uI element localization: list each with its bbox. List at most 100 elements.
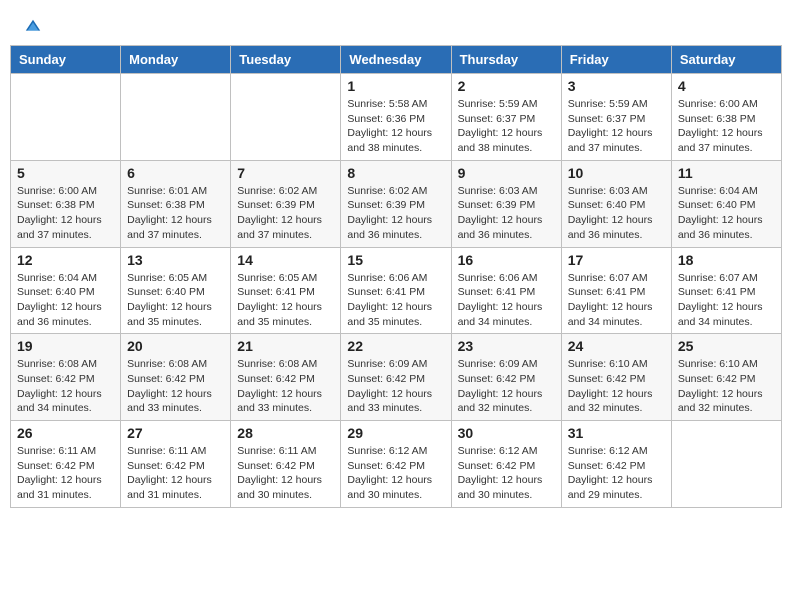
day-number: 12: [17, 252, 114, 268]
calendar-cell: 24 Sunrise: 6:10 AM Sunset: 6:42 PM Dayli…: [561, 334, 671, 421]
calendar-cell: 13 Sunrise: 6:05 AM Sunset: 6:40 PM Dayli…: [121, 247, 231, 334]
day-detail: Sunrise: 6:11 AM Sunset: 6:42 PM Dayligh…: [17, 444, 114, 503]
calendar-cell: 14 Sunrise: 6:05 AM Sunset: 6:41 PM Dayli…: [231, 247, 341, 334]
day-number: 1: [347, 78, 444, 94]
day-detail: Sunrise: 6:11 AM Sunset: 6:42 PM Dayligh…: [237, 444, 334, 503]
day-number: 11: [678, 165, 775, 181]
day-number: 30: [458, 425, 555, 441]
page-header: [10, 10, 782, 41]
day-number: 4: [678, 78, 775, 94]
day-detail: Sunrise: 6:12 AM Sunset: 6:42 PM Dayligh…: [347, 444, 444, 503]
day-detail: Sunrise: 6:08 AM Sunset: 6:42 PM Dayligh…: [127, 357, 224, 416]
day-number: 15: [347, 252, 444, 268]
weekday-header-tuesday: Tuesday: [231, 46, 341, 74]
day-detail: Sunrise: 5:58 AM Sunset: 6:36 PM Dayligh…: [347, 97, 444, 156]
day-detail: Sunrise: 6:01 AM Sunset: 6:38 PM Dayligh…: [127, 184, 224, 243]
day-number: 6: [127, 165, 224, 181]
day-number: 27: [127, 425, 224, 441]
weekday-header-monday: Monday: [121, 46, 231, 74]
day-detail: Sunrise: 6:05 AM Sunset: 6:41 PM Dayligh…: [237, 271, 334, 330]
day-number: 16: [458, 252, 555, 268]
calendar-cell: 19 Sunrise: 6:08 AM Sunset: 6:42 PM Dayli…: [11, 334, 121, 421]
calendar-cell: 4 Sunrise: 6:00 AM Sunset: 6:38 PM Daylig…: [671, 74, 781, 161]
calendar-cell: 26 Sunrise: 6:11 AM Sunset: 6:42 PM Dayli…: [11, 421, 121, 508]
day-detail: Sunrise: 6:10 AM Sunset: 6:42 PM Dayligh…: [568, 357, 665, 416]
week-row-3: 12Sunrise: 6:04 AM Sunset: 6:40 PM Dayli…: [11, 247, 782, 334]
week-row-5: 26 Sunrise: 6:11 AM Sunset: 6:42 PM Dayli…: [11, 421, 782, 508]
weekday-header-thursday: Thursday: [451, 46, 561, 74]
day-detail: Sunrise: 6:12 AM Sunset: 6:42 PM Dayligh…: [458, 444, 555, 503]
calendar-cell: [11, 74, 121, 161]
week-row-4: 19 Sunrise: 6:08 AM Sunset: 6:42 PM Dayli…: [11, 334, 782, 421]
day-detail: Sunrise: 6:00 AM Sunset: 6:38 PM Dayligh…: [678, 97, 775, 156]
calendar-cell: 10Sunrise: 6:03 AM Sunset: 6:40 PM Dayli…: [561, 160, 671, 247]
calendar-cell: 8Sunrise: 6:02 AM Sunset: 6:39 PM Daylig…: [341, 160, 451, 247]
calendar-cell: 25 Sunrise: 6:10 AM Sunset: 6:42 PM Dayli…: [671, 334, 781, 421]
calendar-cell: 1 Sunrise: 5:58 AM Sunset: 6:36 PM Daylig…: [341, 74, 451, 161]
calendar-cell: 23Sunrise: 6:09 AM Sunset: 6:42 PM Dayli…: [451, 334, 561, 421]
day-detail: Sunrise: 6:08 AM Sunset: 6:42 PM Dayligh…: [237, 357, 334, 416]
day-number: 5: [17, 165, 114, 181]
day-detail: Sunrise: 6:00 AM Sunset: 6:38 PM Dayligh…: [17, 184, 114, 243]
day-detail: Sunrise: 6:06 AM Sunset: 6:41 PM Dayligh…: [347, 271, 444, 330]
calendar-cell: 6 Sunrise: 6:01 AM Sunset: 6:38 PM Daylig…: [121, 160, 231, 247]
calendar-cell: 9Sunrise: 6:03 AM Sunset: 6:39 PM Daylig…: [451, 160, 561, 247]
day-number: 8: [347, 165, 444, 181]
day-number: 2: [458, 78, 555, 94]
calendar-cell: 7 Sunrise: 6:02 AM Sunset: 6:39 PM Daylig…: [231, 160, 341, 247]
day-detail: Sunrise: 6:09 AM Sunset: 6:42 PM Dayligh…: [458, 357, 555, 416]
calendar-cell: 22 Sunrise: 6:09 AM Sunset: 6:42 PM Dayli…: [341, 334, 451, 421]
day-detail: Sunrise: 5:59 AM Sunset: 6:37 PM Dayligh…: [458, 97, 555, 156]
weekday-header-saturday: Saturday: [671, 46, 781, 74]
weekday-header-row: SundayMondayTuesdayWednesdayThursdayFrid…: [11, 46, 782, 74]
day-number: 31: [568, 425, 665, 441]
day-detail: Sunrise: 6:09 AM Sunset: 6:42 PM Dayligh…: [347, 357, 444, 416]
calendar-cell: 11 Sunrise: 6:04 AM Sunset: 6:40 PM Dayli…: [671, 160, 781, 247]
calendar-cell: 20 Sunrise: 6:08 AM Sunset: 6:42 PM Dayli…: [121, 334, 231, 421]
calendar-cell: 5 Sunrise: 6:00 AM Sunset: 6:38 PM Daylig…: [11, 160, 121, 247]
calendar-cell: 30 Sunrise: 6:12 AM Sunset: 6:42 PM Dayli…: [451, 421, 561, 508]
day-detail: Sunrise: 6:07 AM Sunset: 6:41 PM Dayligh…: [678, 271, 775, 330]
day-detail: Sunrise: 6:04 AM Sunset: 6:40 PM Dayligh…: [678, 184, 775, 243]
day-detail: Sunrise: 6:07 AM Sunset: 6:41 PM Dayligh…: [568, 271, 665, 330]
day-number: 14: [237, 252, 334, 268]
day-detail: Sunrise: 6:10 AM Sunset: 6:42 PM Dayligh…: [678, 357, 775, 416]
day-detail: Sunrise: 6:12 AM Sunset: 6:42 PM Dayligh…: [568, 444, 665, 503]
day-number: 29: [347, 425, 444, 441]
day-detail: Sunrise: 6:08 AM Sunset: 6:42 PM Dayligh…: [17, 357, 114, 416]
day-detail: Sunrise: 5:59 AM Sunset: 6:37 PM Dayligh…: [568, 97, 665, 156]
weekday-header-friday: Friday: [561, 46, 671, 74]
day-number: 25: [678, 338, 775, 354]
day-number: 19: [17, 338, 114, 354]
calendar-cell: 18Sunrise: 6:07 AM Sunset: 6:41 PM Dayli…: [671, 247, 781, 334]
day-number: 7: [237, 165, 334, 181]
calendar-cell: 21 Sunrise: 6:08 AM Sunset: 6:42 PM Dayli…: [231, 334, 341, 421]
calendar-cell: 29 Sunrise: 6:12 AM Sunset: 6:42 PM Dayli…: [341, 421, 451, 508]
calendar-cell: 16Sunrise: 6:06 AM Sunset: 6:41 PM Dayli…: [451, 247, 561, 334]
logo-icon: [24, 18, 42, 36]
day-number: 20: [127, 338, 224, 354]
calendar-cell: 15 Sunrise: 6:06 AM Sunset: 6:41 PM Dayli…: [341, 247, 451, 334]
calendar-cell: 28 Sunrise: 6:11 AM Sunset: 6:42 PM Dayli…: [231, 421, 341, 508]
day-number: 28: [237, 425, 334, 441]
day-number: 22: [347, 338, 444, 354]
day-detail: Sunrise: 6:05 AM Sunset: 6:40 PM Dayligh…: [127, 271, 224, 330]
calendar-cell: [671, 421, 781, 508]
day-number: 10: [568, 165, 665, 181]
logo: [20, 18, 44, 36]
calendar-cell: 3 Sunrise: 5:59 AM Sunset: 6:37 PM Daylig…: [561, 74, 671, 161]
calendar: SundayMondayTuesdayWednesdayThursdayFrid…: [10, 45, 782, 508]
calendar-cell: 2 Sunrise: 5:59 AM Sunset: 6:37 PM Daylig…: [451, 74, 561, 161]
day-number: 13: [127, 252, 224, 268]
day-number: 21: [237, 338, 334, 354]
calendar-cell: 17Sunrise: 6:07 AM Sunset: 6:41 PM Dayli…: [561, 247, 671, 334]
week-row-1: 1 Sunrise: 5:58 AM Sunset: 6:36 PM Daylig…: [11, 74, 782, 161]
day-number: 3: [568, 78, 665, 94]
day-detail: Sunrise: 6:02 AM Sunset: 6:39 PM Dayligh…: [237, 184, 334, 243]
weekday-header-sunday: Sunday: [11, 46, 121, 74]
calendar-cell: 27Sunrise: 6:11 AM Sunset: 6:42 PM Dayli…: [121, 421, 231, 508]
day-number: 24: [568, 338, 665, 354]
calendar-cell: 12Sunrise: 6:04 AM Sunset: 6:40 PM Dayli…: [11, 247, 121, 334]
calendar-cell: [231, 74, 341, 161]
day-number: 26: [17, 425, 114, 441]
